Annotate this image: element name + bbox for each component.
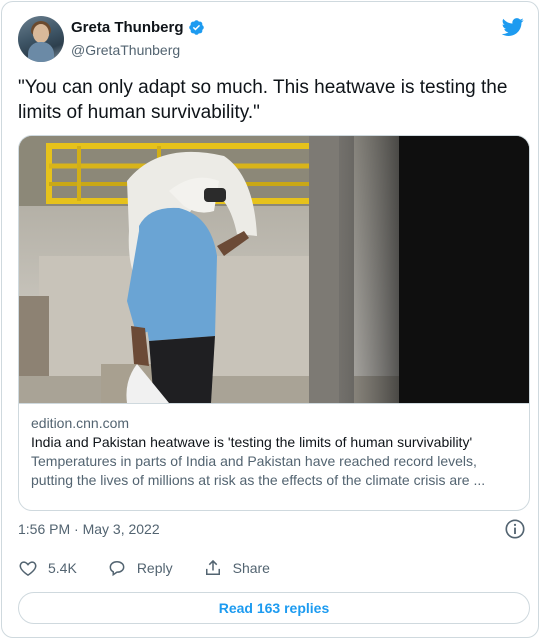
author-name-row: Greta Thunberg xyxy=(71,19,205,36)
verified-badge-icon xyxy=(188,20,204,35)
author-name[interactable]: Greta Thunberg xyxy=(71,19,184,36)
link-card[interactable]: edition.cnn.com India and Pakistan heatw… xyxy=(18,135,530,511)
card-domain: edition.cnn.com xyxy=(31,415,130,431)
tweet-embed: Greta Thunberg @GretaThunberg "You can o… xyxy=(1,1,539,638)
read-replies-button[interactable]: Read 163 replies xyxy=(18,592,530,624)
like-count: 5.4K xyxy=(48,560,77,576)
card-description: Temperatures in parts of India and Pakis… xyxy=(31,453,486,488)
like-button[interactable]: 5.4K xyxy=(18,558,77,578)
share-label: Share xyxy=(232,560,270,576)
action-bar: 5.4K Reply Share xyxy=(18,558,300,578)
heart-icon xyxy=(19,561,37,576)
author-handle[interactable]: @GretaThunberg xyxy=(71,42,180,58)
speech-bubble-icon xyxy=(109,560,125,577)
reply-button[interactable]: Reply xyxy=(107,558,173,578)
info-icon[interactable] xyxy=(504,518,526,540)
tweet-text: "You can only adapt so much. This heatwa… xyxy=(18,77,508,123)
twitter-bird-icon[interactable] xyxy=(500,16,526,38)
share-button[interactable]: Share xyxy=(203,558,270,578)
reply-label: Reply xyxy=(136,560,173,576)
card-image xyxy=(19,136,529,403)
tweet-timestamp[interactable]: 1:56 PM · May 3, 2022 xyxy=(18,521,160,537)
share-upload-icon xyxy=(205,559,220,575)
card-meta: edition.cnn.com India and Pakistan heatw… xyxy=(19,403,529,490)
avatar[interactable] xyxy=(18,16,64,62)
card-title: India and Pakistan heatwave is 'testing … xyxy=(31,434,473,450)
